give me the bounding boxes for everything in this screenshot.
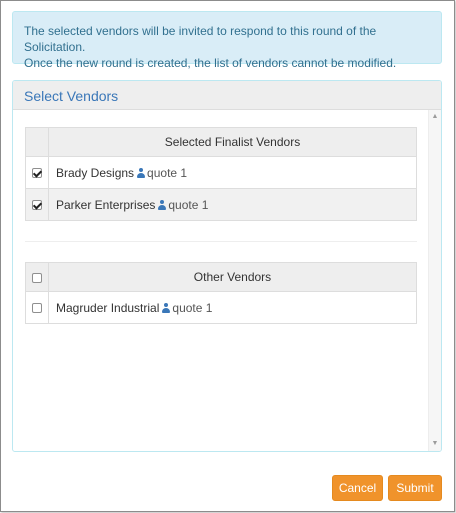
alert-line-2: Once the new round is created, the list … bbox=[24, 56, 397, 70]
alert-line-1: The selected vendors will be invited to … bbox=[24, 24, 377, 54]
scroll-down-arrow-icon[interactable]: ▼ bbox=[429, 439, 441, 449]
info-alert: The selected vendors will be invited to … bbox=[12, 11, 442, 70]
table-row[interactable]: Parker Enterprises quote 1 bbox=[25, 188, 417, 221]
finalist-header-row: Selected Finalist Vendors bbox=[25, 127, 417, 157]
quote-link[interactable]: quote 1 bbox=[147, 166, 187, 180]
finalist-header: Selected Finalist Vendors bbox=[48, 127, 417, 157]
select-vendors-panel: Select Vendors Selected Finalist Vendors… bbox=[12, 80, 442, 452]
vendor-name: Parker Enterprises bbox=[56, 197, 156, 212]
panel-scrollbar[interactable]: ▲ ▼ bbox=[428, 110, 441, 451]
section-divider bbox=[25, 241, 417, 242]
vendor-name: Magruder Industrial bbox=[56, 300, 160, 315]
quote-link[interactable]: quote 1 bbox=[168, 198, 208, 212]
finalist-header-checkbox-cell bbox=[25, 127, 49, 157]
quote-link[interactable]: quote 1 bbox=[172, 301, 212, 315]
vendor-checkbox-magruder[interactable] bbox=[32, 303, 42, 314]
table-row[interactable]: Brady Designs quote 1 bbox=[25, 156, 417, 189]
other-vendors-table: Other Vendors Magruder Industrial quote 1 bbox=[25, 262, 417, 324]
finalist-vendors-table: Selected Finalist Vendors Brady Designs q… bbox=[25, 127, 417, 221]
select-vendors-dialog: The selected vendors will be invited to … bbox=[0, 0, 455, 512]
other-header: Other Vendors bbox=[48, 262, 417, 292]
person-icon[interactable] bbox=[158, 199, 167, 210]
select-all-other-checkbox[interactable] bbox=[32, 272, 42, 283]
panel-title: Select Vendors bbox=[13, 81, 441, 110]
other-header-row: Other Vendors bbox=[25, 262, 417, 292]
person-icon[interactable] bbox=[137, 167, 146, 178]
vendor-checkbox-brady[interactable] bbox=[32, 168, 42, 179]
submit-button[interactable]: Submit bbox=[388, 475, 442, 501]
person-icon[interactable] bbox=[162, 302, 171, 313]
cancel-button[interactable]: Cancel bbox=[332, 475, 383, 501]
table-row[interactable]: Magruder Industrial quote 1 bbox=[25, 291, 417, 324]
scroll-up-arrow-icon[interactable]: ▲ bbox=[429, 112, 441, 122]
vendor-name: Brady Designs bbox=[56, 165, 135, 180]
vendor-checkbox-parker[interactable] bbox=[32, 200, 42, 211]
